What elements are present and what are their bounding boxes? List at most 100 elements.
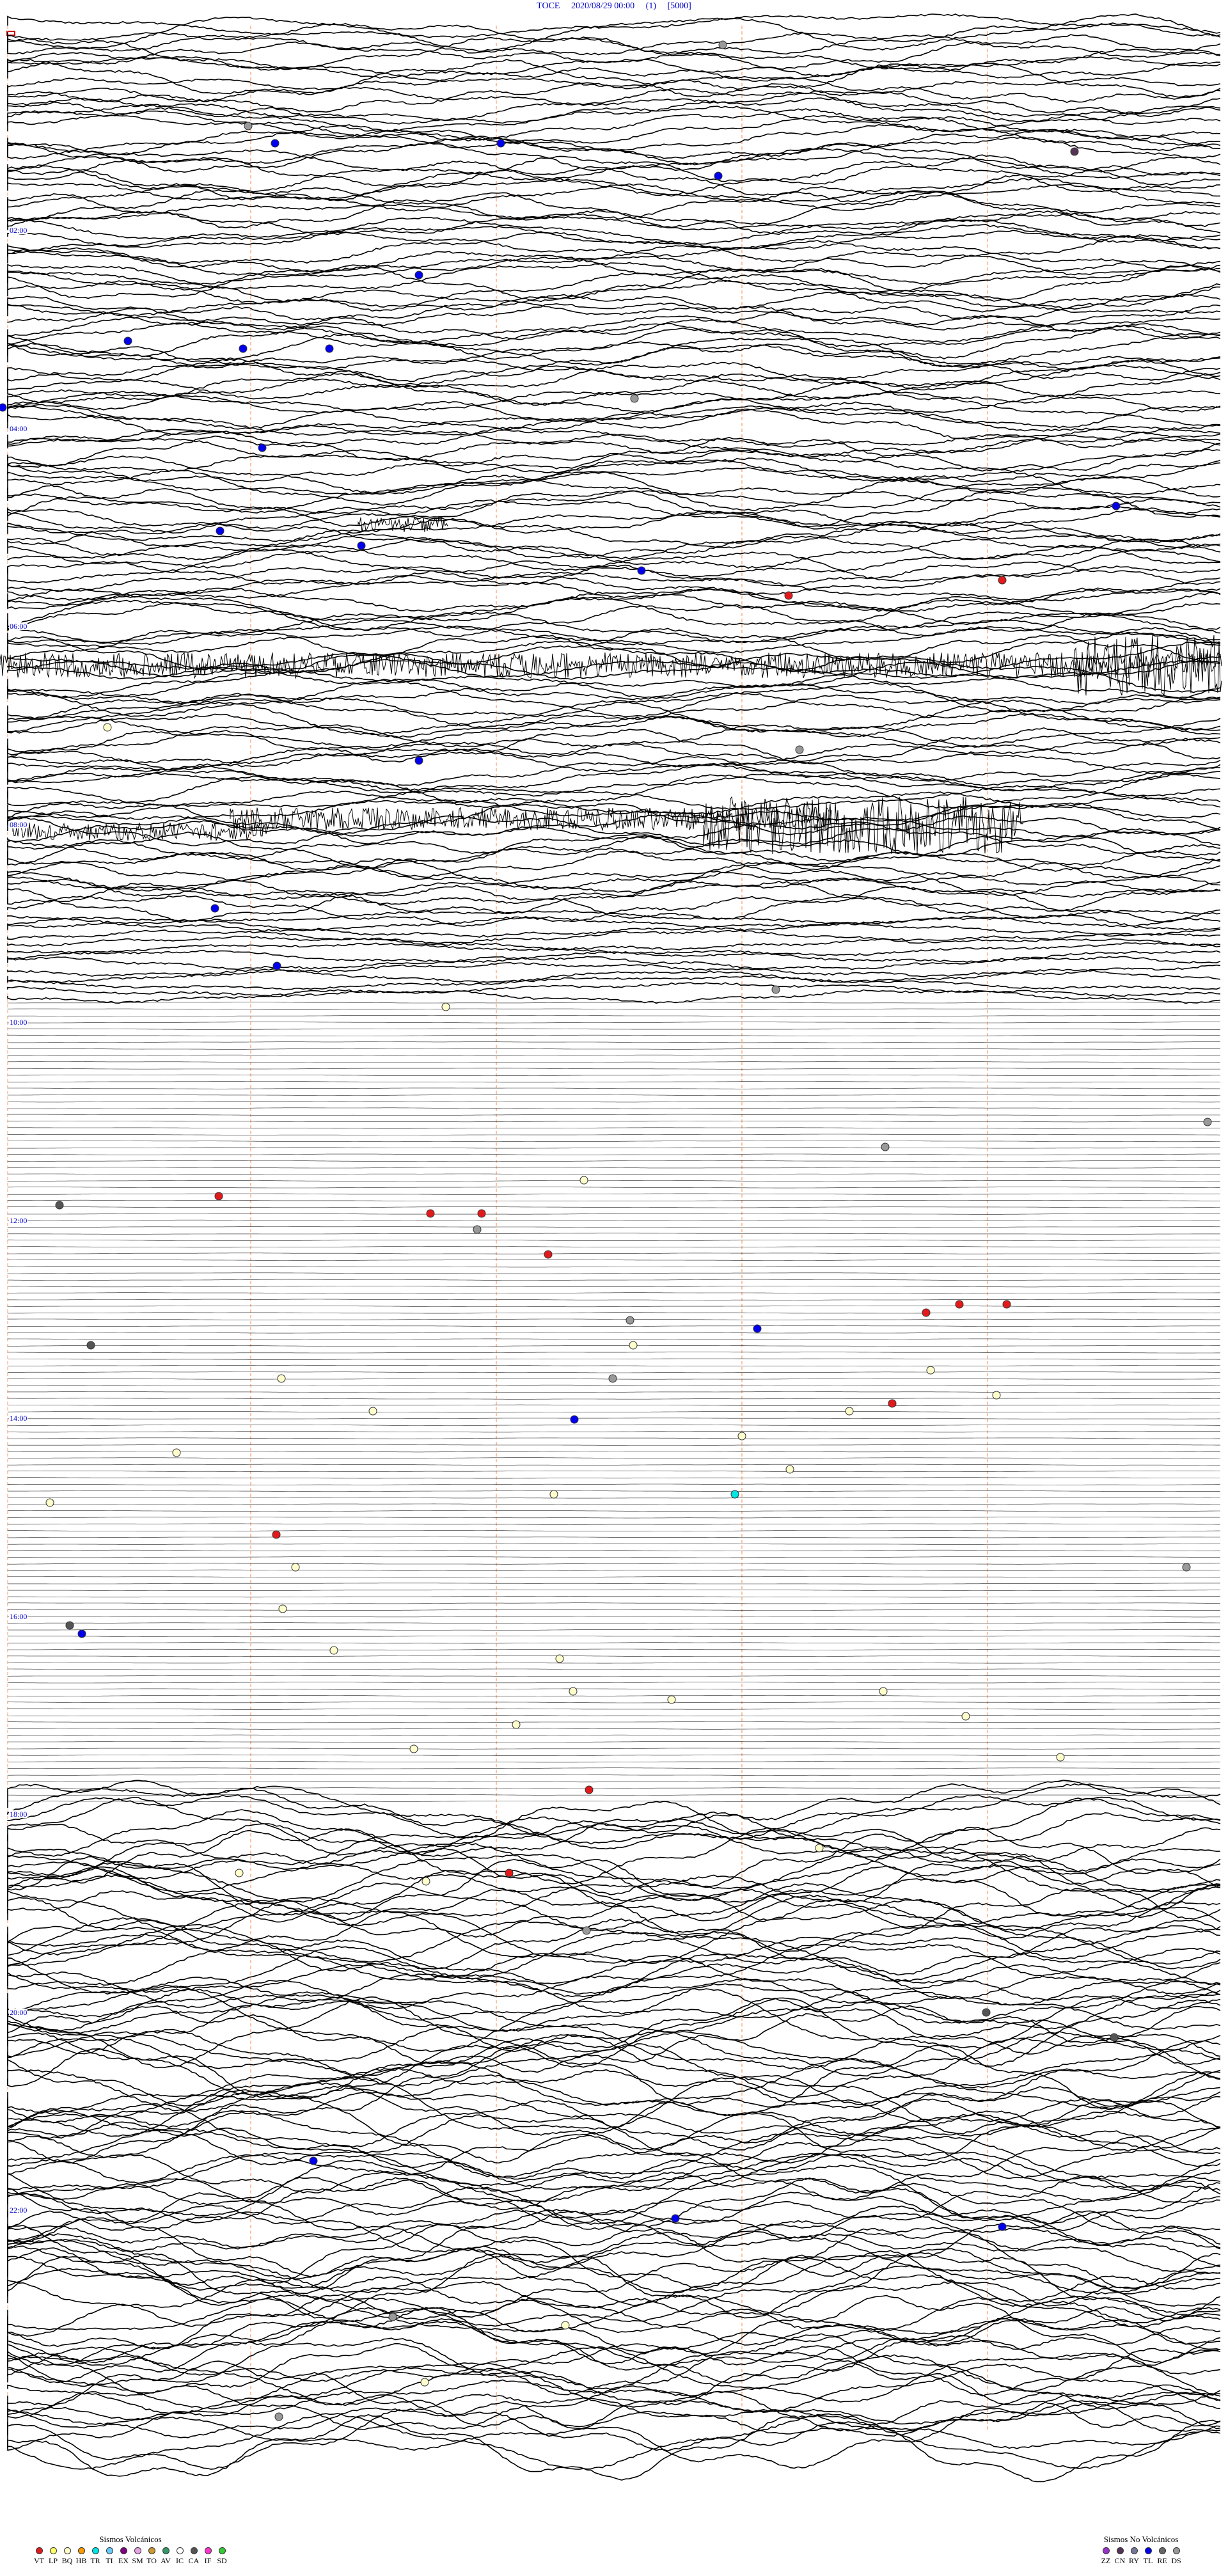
legend-code: TR (90, 2556, 100, 2565)
trace-line (7, 1734, 1220, 1736)
trace-line (7, 1167, 1220, 1169)
legend-volcanic-item-to: TO (145, 2547, 159, 2566)
trace-line (7, 409, 1221, 448)
legend-volcanic-item-sm: SM (130, 2547, 145, 2566)
trace-line (7, 1398, 1221, 1400)
event-marker (982, 2008, 991, 2017)
trace-line (7, 141, 1221, 173)
legend-code: SD (217, 2556, 227, 2565)
legend-dot-icon (49, 2547, 57, 2554)
legend-dot-icon (1158, 2547, 1166, 2554)
event-marker (309, 2156, 318, 2165)
event-marker (244, 122, 253, 130)
trace-line (7, 2153, 1221, 2216)
event-marker (368, 1407, 377, 1416)
trace-line (7, 772, 1221, 797)
trace-line (7, 1233, 1220, 1235)
trace-line (7, 1404, 1220, 1406)
event-marker (291, 1563, 300, 1572)
trace-line (7, 1325, 1220, 1327)
event-marker (549, 1490, 558, 1499)
trace-line (7, 1767, 1221, 1769)
event-marker (258, 443, 267, 452)
legend-dot-icon (190, 2547, 198, 2554)
legend-dot-icon (1130, 2547, 1138, 2554)
legend-volcanic-item-bq: BQ (60, 2547, 74, 2566)
legend-code: HB (75, 2556, 87, 2565)
trace-line (7, 1549, 1220, 1551)
trace-line (7, 216, 1221, 245)
legend-nonvolcanic: Sismos No Volcánicos ZZ CN RY TL RE DS (1099, 2534, 1183, 2566)
trace-line (7, 191, 1221, 229)
legend-nonvolcanic-item-cn: CN (1113, 2547, 1127, 2566)
event-marker (272, 961, 281, 970)
legend-nonvolcanic-item-zz: ZZ (1099, 2547, 1113, 2566)
event-marker (210, 904, 219, 913)
event-marker (421, 1877, 430, 1886)
event-marker (505, 1869, 514, 1877)
trace-line (7, 627, 1220, 665)
legend-dot-icon (148, 2547, 155, 2554)
trace-line (7, 1682, 1220, 1684)
trace-line (7, 1583, 1220, 1584)
trace-line (7, 1510, 1220, 1512)
trace-line (7, 22, 1221, 55)
event-marker (45, 1498, 54, 1507)
event-marker (881, 1142, 890, 1151)
legend-dot-icon (120, 2547, 127, 2554)
trace-line (7, 1002, 1220, 1004)
legend-volcanic-item-ex: EX (116, 2547, 130, 2566)
legend-dot-icon (91, 2547, 99, 2554)
legend-code: AV (161, 2556, 171, 2565)
trace-line (7, 2069, 1221, 2128)
event-marker (1112, 502, 1121, 510)
trace-line (7, 1022, 1220, 1023)
trace-line (7, 1688, 1220, 1690)
legend-code: DS (1171, 2556, 1181, 2565)
event-marker (785, 1465, 794, 1474)
trace-line (7, 178, 1220, 203)
trace-line (7, 1219, 1221, 1221)
legend-nonvolcanic-item-tl: TL (1141, 2547, 1155, 2566)
trace-line (7, 596, 1221, 631)
legend-code: TI (106, 2556, 113, 2565)
trace-line (7, 2067, 1221, 2117)
event-marker (585, 1785, 594, 1794)
legend-volcanic-items: VT LP BQ HB TR TI EX SM TO AV IC CA IF SD (32, 2547, 229, 2566)
trace-line (7, 1616, 1220, 1618)
trace-line (7, 129, 1221, 160)
hour-label: 14:00 (9, 1414, 28, 1423)
trace-line (7, 956, 1221, 970)
trace-line (7, 1332, 1220, 1334)
legend-dot-icon (134, 2547, 141, 2554)
trace-line (7, 1094, 1221, 1096)
trace-line (7, 1226, 1220, 1228)
trace-line (7, 588, 1221, 626)
event-marker (998, 576, 1007, 585)
event-marker (955, 1300, 964, 1309)
legend-volcanic-item-ca: CA (187, 2547, 201, 2566)
trace-line (7, 1048, 1220, 1050)
trace-line (7, 1874, 1221, 1927)
event-marker (629, 1341, 638, 1350)
trace-line (7, 922, 1220, 938)
trace-line (7, 2057, 1221, 2112)
event-marker (579, 1176, 588, 1185)
trace-line (7, 123, 1221, 152)
trace-line (7, 1728, 1220, 1730)
legend-code: SM (132, 2556, 143, 2565)
event-marker (0, 403, 7, 412)
trace-line (7, 1318, 1220, 1320)
trace-line (7, 1418, 1221, 1419)
trace-line (7, 1622, 1220, 1624)
hour-label: 10:00 (9, 1018, 28, 1027)
trace-line (7, 1602, 1221, 1604)
trace-line (7, 59, 1221, 98)
hour-label: 04:00 (9, 424, 28, 433)
trace-line (7, 1675, 1220, 1677)
trace-line (7, 360, 1221, 391)
event-marker (771, 985, 780, 994)
trace-line (7, 565, 1221, 595)
legend-volcanic-item-if: IF (201, 2547, 215, 2566)
trace-line (7, 1061, 1220, 1063)
